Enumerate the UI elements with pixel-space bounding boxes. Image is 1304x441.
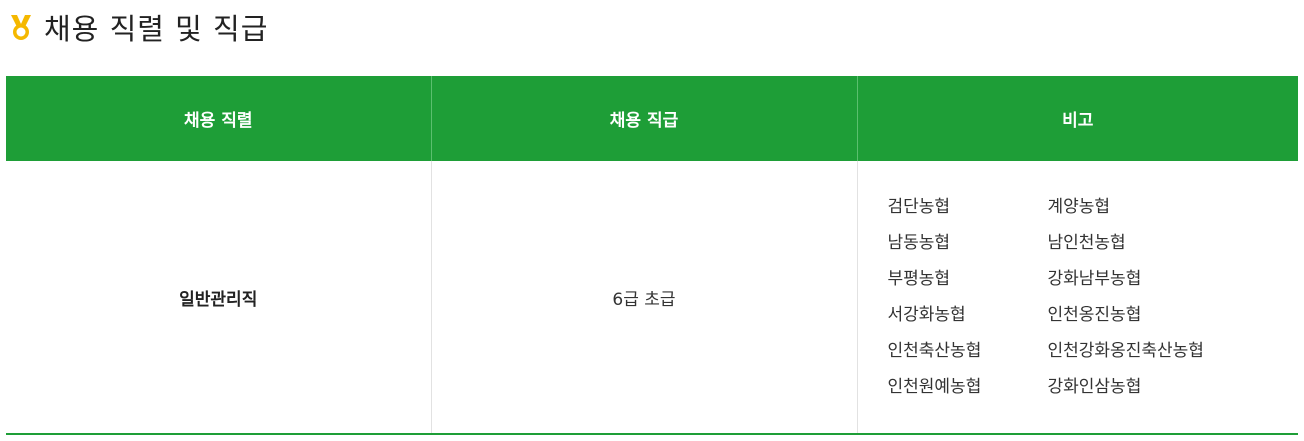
table-header-row: 채용 직렬 채용 직급 비고 <box>6 76 1298 161</box>
medal-icon <box>11 15 31 40</box>
remark-item: 강화남부농협 <box>1047 269 1142 289</box>
cell-remarks: 검단농협 계양농협 남동농협 남인천농협 부평농협 강화남부농협 서강화농협 인… <box>857 161 1299 435</box>
remark-item: 인천축산농협 <box>887 341 982 361</box>
remark-item: 인천옹진농협 <box>1047 305 1142 325</box>
remark-item: 인천원예농협 <box>887 377 982 397</box>
remark-item: 부평농협 <box>887 269 951 289</box>
grade-value: 6급 초급 <box>612 289 676 310</box>
remark-item: 남인천농협 <box>1047 233 1126 253</box>
table-row: 일반관리직 6급 초급 검단농협 계양농협 남동농협 남인천농협 부평농협 강화… <box>6 161 1299 435</box>
header-remarks: 비고 <box>857 76 1298 161</box>
job-series-value: 일반관리직 <box>179 289 258 310</box>
section-title: 채용 직렬 및 직급 <box>44 12 269 46</box>
recruitment-table: 채용 직렬 채용 직급 비고 일반관리직 6급 초급 검단농협 계양농협 남동농… <box>6 76 1298 435</box>
cell-job-series: 일반관리직 <box>6 161 432 435</box>
remark-item: 계양농협 <box>1047 197 1111 217</box>
header-job-series: 채용 직렬 <box>6 76 432 161</box>
remark-item: 강화인삼농협 <box>1047 377 1142 397</box>
header-grade: 채용 직급 <box>431 76 858 161</box>
remark-item: 서강화농협 <box>887 305 966 325</box>
remark-item: 남동농협 <box>887 233 951 253</box>
section-header: 채용 직렬 및 직급 <box>6 4 268 50</box>
cell-grade: 6급 초급 <box>431 161 858 435</box>
remark-item: 검단농협 <box>887 197 951 217</box>
remarks-list: 검단농협 계양농협 남동농협 남인천농협 부평농협 강화남부농협 서강화농협 인… <box>858 191 1299 403</box>
remark-item: 인천강화옹진축산농협 <box>1047 341 1204 361</box>
